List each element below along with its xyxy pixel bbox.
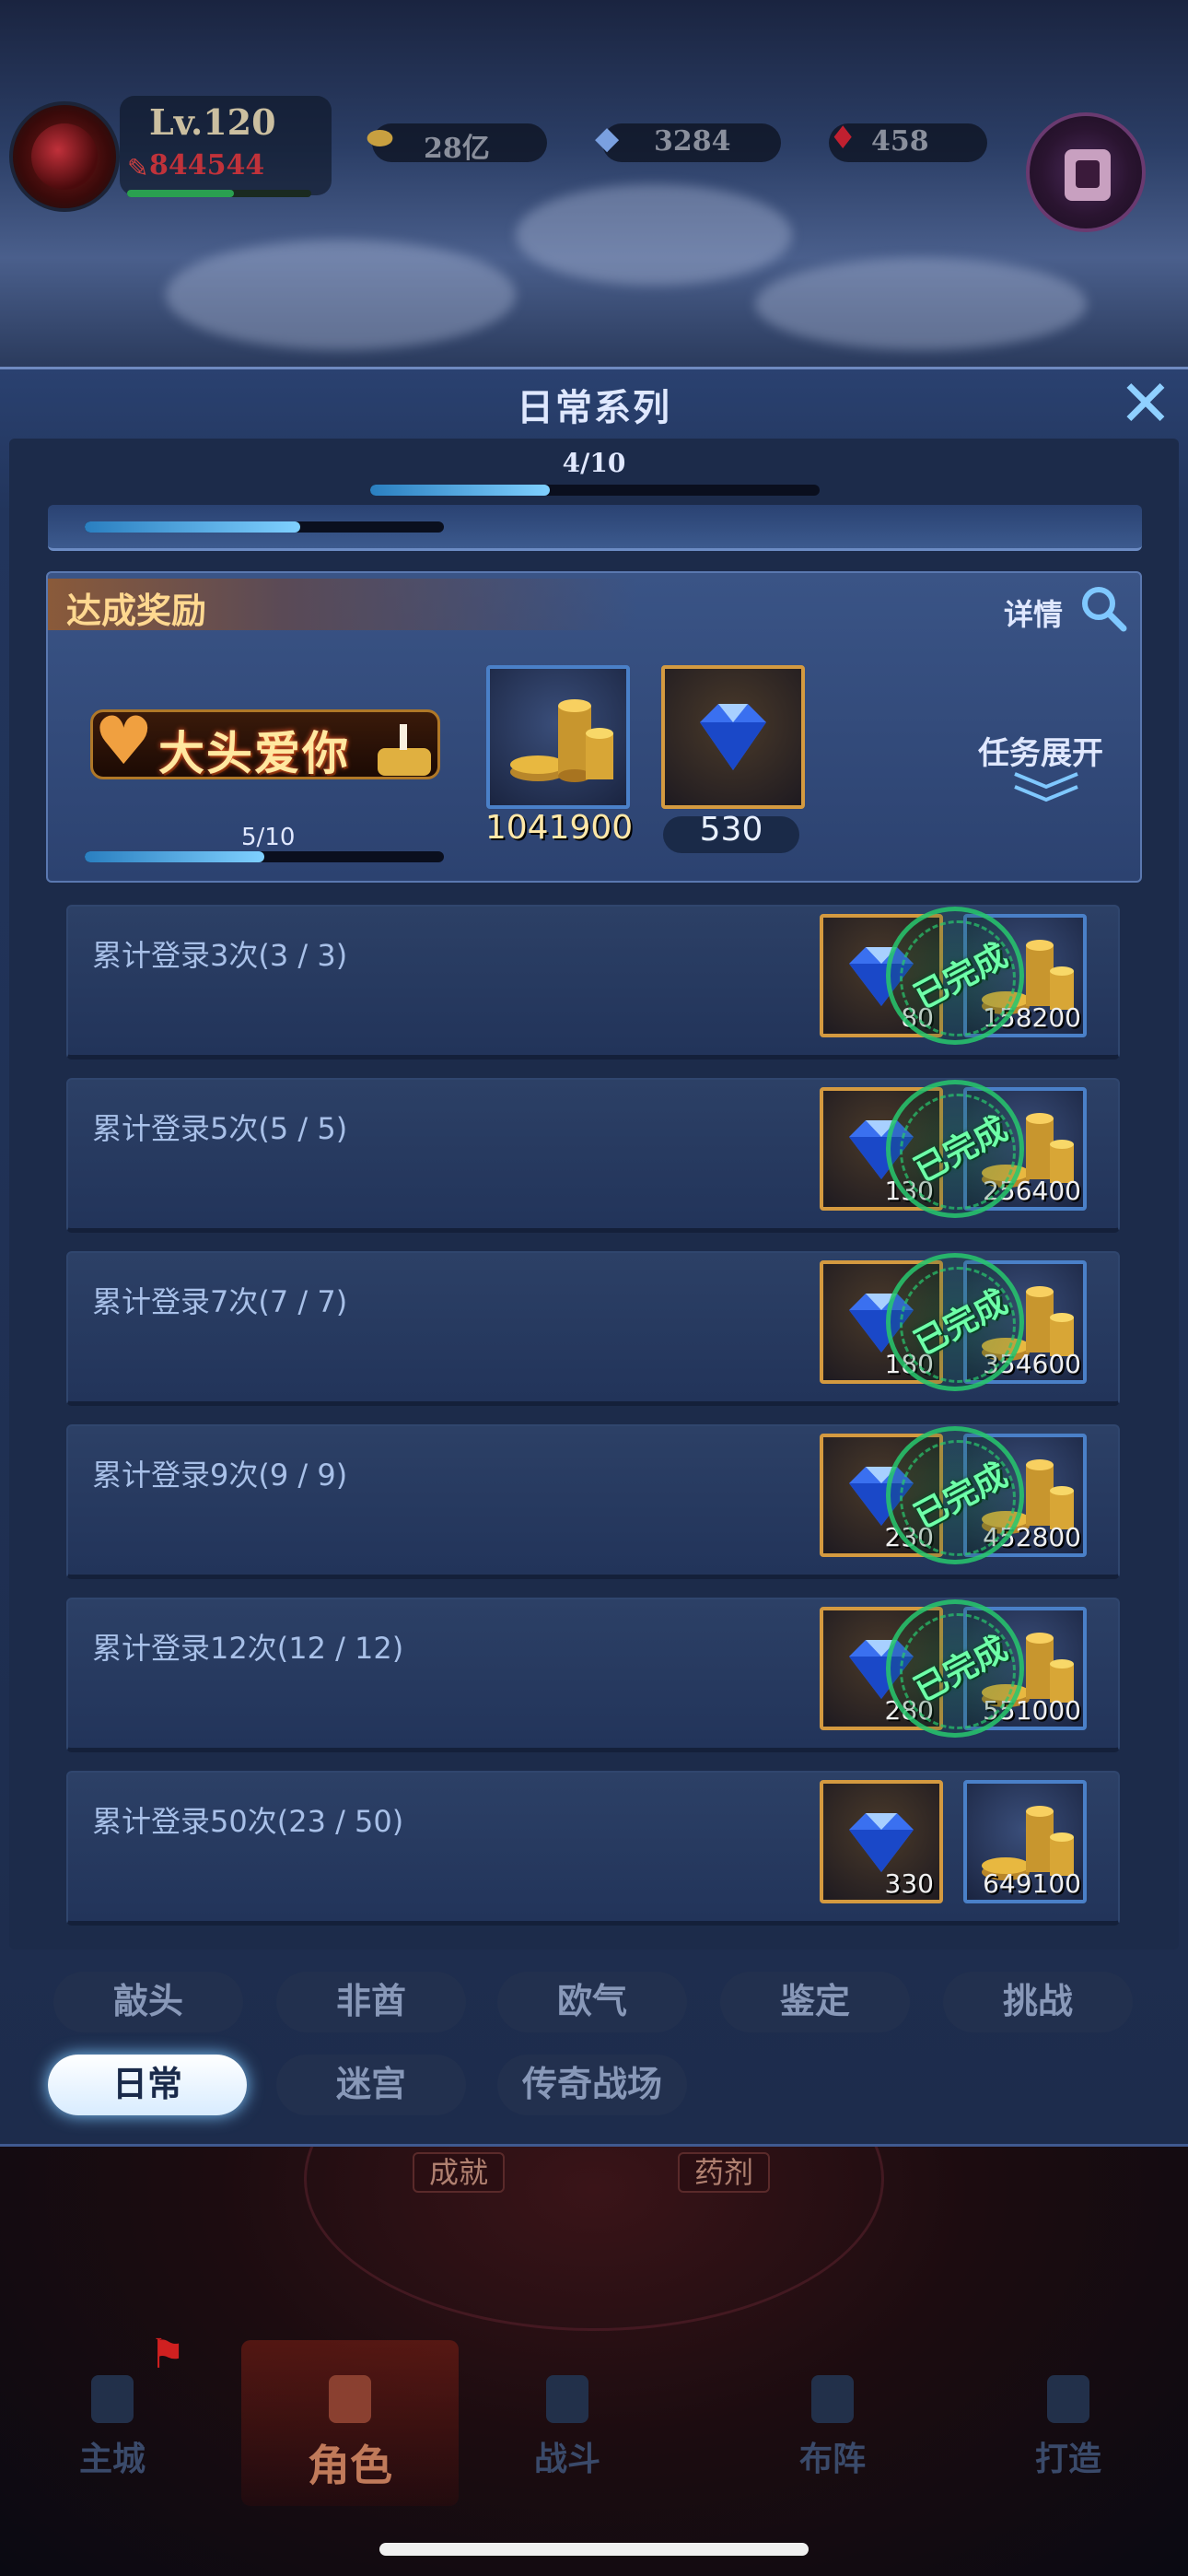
completed-stamp-text: 已完成: [907, 1282, 1014, 1364]
bg-tag-potion: 药剂: [678, 2152, 771, 2193]
nav-label: 布阵: [798, 2440, 866, 2478]
expand-tasks-button[interactable]: 任务展开: [978, 728, 1103, 773]
diamond-icon: [700, 704, 766, 770]
player-power: 844544: [149, 149, 265, 181]
completed-stamp: 已完成: [886, 1253, 1024, 1391]
sword-power-icon: ✎: [127, 153, 149, 183]
formation-icon: [811, 2375, 854, 2423]
search-icon[interactable]: [1077, 582, 1129, 634]
tab-2[interactable]: 欧气: [497, 1972, 687, 2032]
completed-stamp-text: 已完成: [907, 1628, 1014, 1710]
reward-gold-amount: 1041900: [484, 809, 634, 847]
completed-stamp: 已完成: [886, 1599, 1024, 1738]
red-gem-icon: ♦: [829, 120, 857, 157]
crystal-amount: 3284: [654, 125, 731, 158]
bg-tag-achievement: 成就: [413, 2152, 506, 2193]
player-hp-bar: [127, 190, 311, 197]
completed-stamp: 已完成: [886, 1080, 1024, 1218]
title-badge: ♥ 大头爱你: [90, 700, 440, 789]
tab-0[interactable]: 敲头: [53, 1972, 243, 2032]
completed-stamp: 已完成: [886, 907, 1024, 1045]
anvil-icon: [1047, 2375, 1089, 2423]
task-label: 累计登录12次(12 / 12): [92, 1631, 404, 1666]
task-label: 累计登录3次(3 / 3): [92, 938, 348, 973]
tab-row2-2[interactable]: 传奇战场: [497, 2055, 687, 2115]
task-label: 累计登录50次(23 / 50): [92, 1804, 404, 1839]
avatar-face: [31, 123, 98, 190]
cake-icon: [378, 720, 431, 776]
task-label: 累计登录5次(5 / 5): [92, 1111, 348, 1146]
previous-progress-bar: [85, 521, 444, 533]
notification-flag-icon: ⚑: [149, 2331, 186, 2378]
tab-4[interactable]: 挑战: [943, 1972, 1133, 2032]
hp-fill: [127, 190, 234, 197]
heart-icon: ♥: [94, 702, 154, 779]
nav-item-3[interactable]: 布阵: [740, 2359, 925, 2497]
nav-label: 战斗: [533, 2440, 600, 2478]
completed-stamp-text: 已完成: [907, 935, 1014, 1017]
close-button[interactable]: ✕: [1116, 371, 1175, 436]
achievement-title: 达成奖励: [66, 590, 207, 631]
gold-coins-icon: [510, 699, 613, 782]
chevron-down-icon[interactable]: [1011, 768, 1081, 805]
nav-item-0[interactable]: 主城: [20, 2359, 204, 2497]
series-progress-label: 4/10: [562, 448, 626, 478]
home-indicator[interactable]: [379, 2543, 809, 2556]
achievement-progress-label: 5/10: [241, 824, 296, 851]
tab-row2-1[interactable]: 迷宫: [276, 2055, 466, 2115]
completed-stamp-text: 已完成: [907, 1108, 1014, 1190]
achievement-progress-fill: [85, 851, 264, 862]
crossed-swords-icon: [546, 2375, 588, 2423]
nav-item-2[interactable]: 战斗: [475, 2359, 659, 2497]
task-label: 累计登录7次(7 / 7): [92, 1284, 348, 1319]
reward-gold-slot[interactable]: [486, 665, 630, 809]
nav-item-1[interactable]: 角色: [258, 2359, 442, 2497]
tab-1[interactable]: 非酋: [276, 1972, 466, 2032]
task-gold-amount: 649100: [983, 1868, 1081, 1899]
castle-icon: [91, 2375, 134, 2423]
tab-3[interactable]: 鉴定: [720, 1972, 910, 2032]
cloud-decoration: [166, 240, 516, 350]
reward-diamond-amount: 530: [699, 811, 763, 849]
nav-item-4[interactable]: 打造: [976, 2359, 1160, 2497]
gem-amount: 458: [871, 125, 929, 158]
nav-label: 主城: [78, 2440, 146, 2478]
scroll-icon: [1065, 149, 1111, 201]
quest-scroll-button[interactable]: [1026, 112, 1146, 232]
tab-row2-0[interactable]: 日常: [48, 2055, 247, 2115]
task-label: 累计登录9次(9 / 9): [92, 1458, 348, 1493]
series-progress-fill: [370, 485, 551, 496]
achievement-progress-bar: [85, 851, 444, 862]
gold-amount: 28亿: [424, 133, 490, 165]
detail-link[interactable]: 详情: [1004, 591, 1063, 634]
task-diamond-amount: 330: [884, 1868, 934, 1899]
panel-title: 日常系列: [517, 386, 671, 429]
series-progress-bar: [370, 485, 820, 496]
previous-progress-fill: [85, 521, 300, 533]
nav-label: 角色: [308, 2441, 392, 2490]
helmet-icon: [329, 2375, 371, 2423]
completed-stamp: 已完成: [886, 1426, 1024, 1564]
cloud-decoration: [516, 184, 792, 286]
cloud-decoration: [755, 258, 1087, 350]
player-level: Lv.120: [149, 101, 276, 143]
badge-title-text: 大头爱你: [158, 726, 350, 780]
gold-coin-icon: ⬬: [367, 120, 394, 157]
blue-crystal-icon: ◆: [595, 120, 620, 157]
nav-label: 打造: [1034, 2440, 1101, 2478]
reward-diamond-slot[interactable]: [661, 665, 805, 809]
completed-stamp-text: 已完成: [907, 1455, 1014, 1537]
task-row[interactable]: [66, 1771, 1120, 1926]
player-avatar[interactable]: [9, 101, 120, 212]
